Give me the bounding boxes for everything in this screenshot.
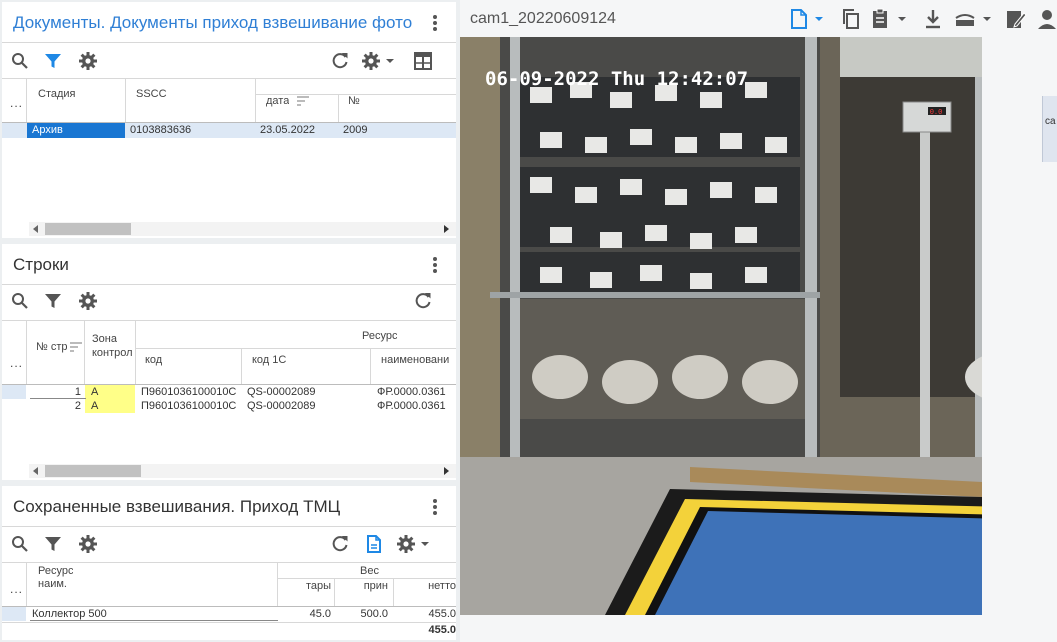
scroll-thumb[interactable]: [45, 223, 131, 235]
filter-icon[interactable]: [43, 534, 63, 554]
scale-display: 0.0: [930, 109, 943, 117]
documents-more-button[interactable]: ...: [10, 96, 23, 110]
refresh-icon[interactable]: [330, 51, 350, 71]
download-icon[interactable]: [922, 8, 944, 30]
row-sscc: 0103883636: [130, 124, 192, 136]
total-net: 455.0: [428, 624, 456, 636]
column-header-sscc[interactable]: SSCC: [136, 87, 167, 101]
weighings-more-button[interactable]: ...: [10, 582, 23, 596]
settings-dropdown-icon[interactable]: [396, 534, 430, 554]
row-stage: Архив: [27, 123, 125, 138]
new-document-icon[interactable]: [364, 534, 384, 554]
column-header-resource[interactable]: Ресурс: [38, 564, 73, 578]
filter-icon[interactable]: [43, 291, 63, 311]
column-header-weight[interactable]: Вес: [360, 564, 379, 578]
lines-more-button[interactable]: ...: [10, 356, 23, 370]
table-row[interactable]: 1 А П9601036100010С QS-00002089 ФР.0000.…: [2, 385, 456, 399]
row-accepted: 500.0: [360, 608, 388, 620]
scroll-right-arrow[interactable]: [444, 467, 449, 475]
filter-icon[interactable]: [43, 51, 63, 71]
row-resource-name: Коллектор 500: [32, 608, 107, 620]
horizontal-scrollbar[interactable]: [29, 464, 456, 478]
search-icon[interactable]: [11, 535, 29, 553]
weighings-menu-icon[interactable]: [433, 499, 437, 517]
row-tare: 45.0: [309, 608, 331, 620]
column-header-number[interactable]: №: [348, 94, 360, 108]
camera-photo: 0.0 06-09-2022 Thu 12:42:07: [460, 37, 982, 615]
column-header-resource-name[interactable]: наим.: [38, 577, 67, 591]
row-number: 2009: [343, 124, 368, 136]
scroll-left-arrow[interactable]: [33, 225, 38, 233]
refresh-icon[interactable]: [413, 291, 433, 311]
side-panel-label: са: [1045, 116, 1056, 127]
column-header-accepted[interactable]: прин: [335, 579, 388, 593]
documents-menu-icon[interactable]: [433, 15, 437, 33]
row-name: ФР.0000.0361: [377, 386, 446, 398]
row-code-1c: QS-00002089: [247, 386, 316, 398]
row-code: П9601036100010С: [141, 400, 237, 412]
column-header-name[interactable]: наименовани: [381, 353, 456, 367]
table-row[interactable]: Коллектор 500 45.0 500.0 455.0: [2, 607, 456, 621]
column-header-code[interactable]: код: [145, 353, 162, 367]
camera-timestamp: 06-09-2022 Thu 12:42:07: [485, 68, 748, 90]
scroll-thumb[interactable]: [45, 465, 141, 477]
search-icon[interactable]: [11, 292, 29, 310]
clipboard-dropdown-icon[interactable]: [870, 8, 910, 30]
horizontal-scrollbar[interactable]: [29, 222, 456, 236]
gear-icon[interactable]: [78, 534, 98, 554]
sort-icon[interactable]: [297, 96, 309, 106]
column-header-code-1c[interactable]: код 1С: [252, 353, 286, 367]
column-header-tare[interactable]: тары: [278, 579, 331, 593]
edit-note-icon[interactable]: [1005, 8, 1027, 30]
weighings-title: Сохраненные взвешивания. Приход ТМЦ: [13, 497, 341, 516]
column-header-resource[interactable]: Ресурс: [362, 329, 397, 343]
row-name: ФР.0000.0361: [377, 400, 446, 412]
lines-title: Строки: [13, 255, 69, 274]
table-row[interactable]: 2 А П9601036100010С QS-00002089 ФР.0000.…: [2, 399, 456, 413]
side-panel: са: [1042, 96, 1057, 162]
lines-menu-icon[interactable]: [433, 257, 437, 275]
row-date: 23.05.2022: [260, 124, 316, 136]
row-zone: А: [85, 399, 135, 413]
search-icon[interactable]: [11, 52, 29, 70]
scroll-right-arrow[interactable]: [444, 225, 449, 233]
scroll-left-arrow[interactable]: [33, 467, 38, 475]
column-header-stage[interactable]: Стадия: [38, 87, 76, 101]
row-code: П9601036100010С: [141, 386, 237, 398]
documents-header-top: [2, 78, 456, 79]
gear-icon[interactable]: [78, 291, 98, 311]
documents-divider: [2, 42, 456, 43]
column-header-zone[interactable]: Зона контрол: [92, 332, 135, 362]
image-filename: cam1_20220609124: [470, 10, 616, 27]
documents-title: Документы. Документы приход взвешивание …: [13, 13, 413, 32]
document-dropdown-icon[interactable]: [788, 8, 826, 30]
weighings-panel: Сохраненные взвешивания. Приход ТМЦ ... …: [2, 486, 456, 640]
sort-icon[interactable]: [70, 342, 82, 352]
gear-icon[interactable]: [78, 51, 98, 71]
row-code-1c: QS-00002089: [247, 400, 316, 412]
image-viewer: cam1_20220609124 0.0 06-09-2022 Thu 12:4…: [460, 0, 1057, 642]
table-layout-icon[interactable]: [413, 51, 433, 71]
settings-dropdown-icon[interactable]: [361, 51, 395, 71]
column-header-line-no[interactable]: № стр: [36, 340, 70, 354]
scale-dropdown-icon[interactable]: [953, 8, 995, 30]
row-line-no: 2: [74, 400, 81, 412]
row-net: 455.0: [428, 608, 456, 620]
column-header-net[interactable]: нетто: [396, 579, 456, 593]
row-line-no: 1: [74, 386, 81, 398]
documents-panel: Документы. Документы приход взвешивание …: [2, 2, 456, 238]
column-header-date[interactable]: дата: [266, 94, 289, 108]
copy-icon[interactable]: [840, 8, 862, 30]
table-row[interactable]: Архив 0103883636 23.05.2022 2009: [2, 123, 456, 138]
refresh-icon[interactable]: [330, 534, 350, 554]
user-icon[interactable]: [1037, 8, 1057, 30]
row-zone: А: [85, 385, 135, 399]
pipe-bundles: [520, 77, 800, 292]
lines-panel: Строки ... № стр Зона контрол Ресурс код…: [2, 244, 456, 480]
